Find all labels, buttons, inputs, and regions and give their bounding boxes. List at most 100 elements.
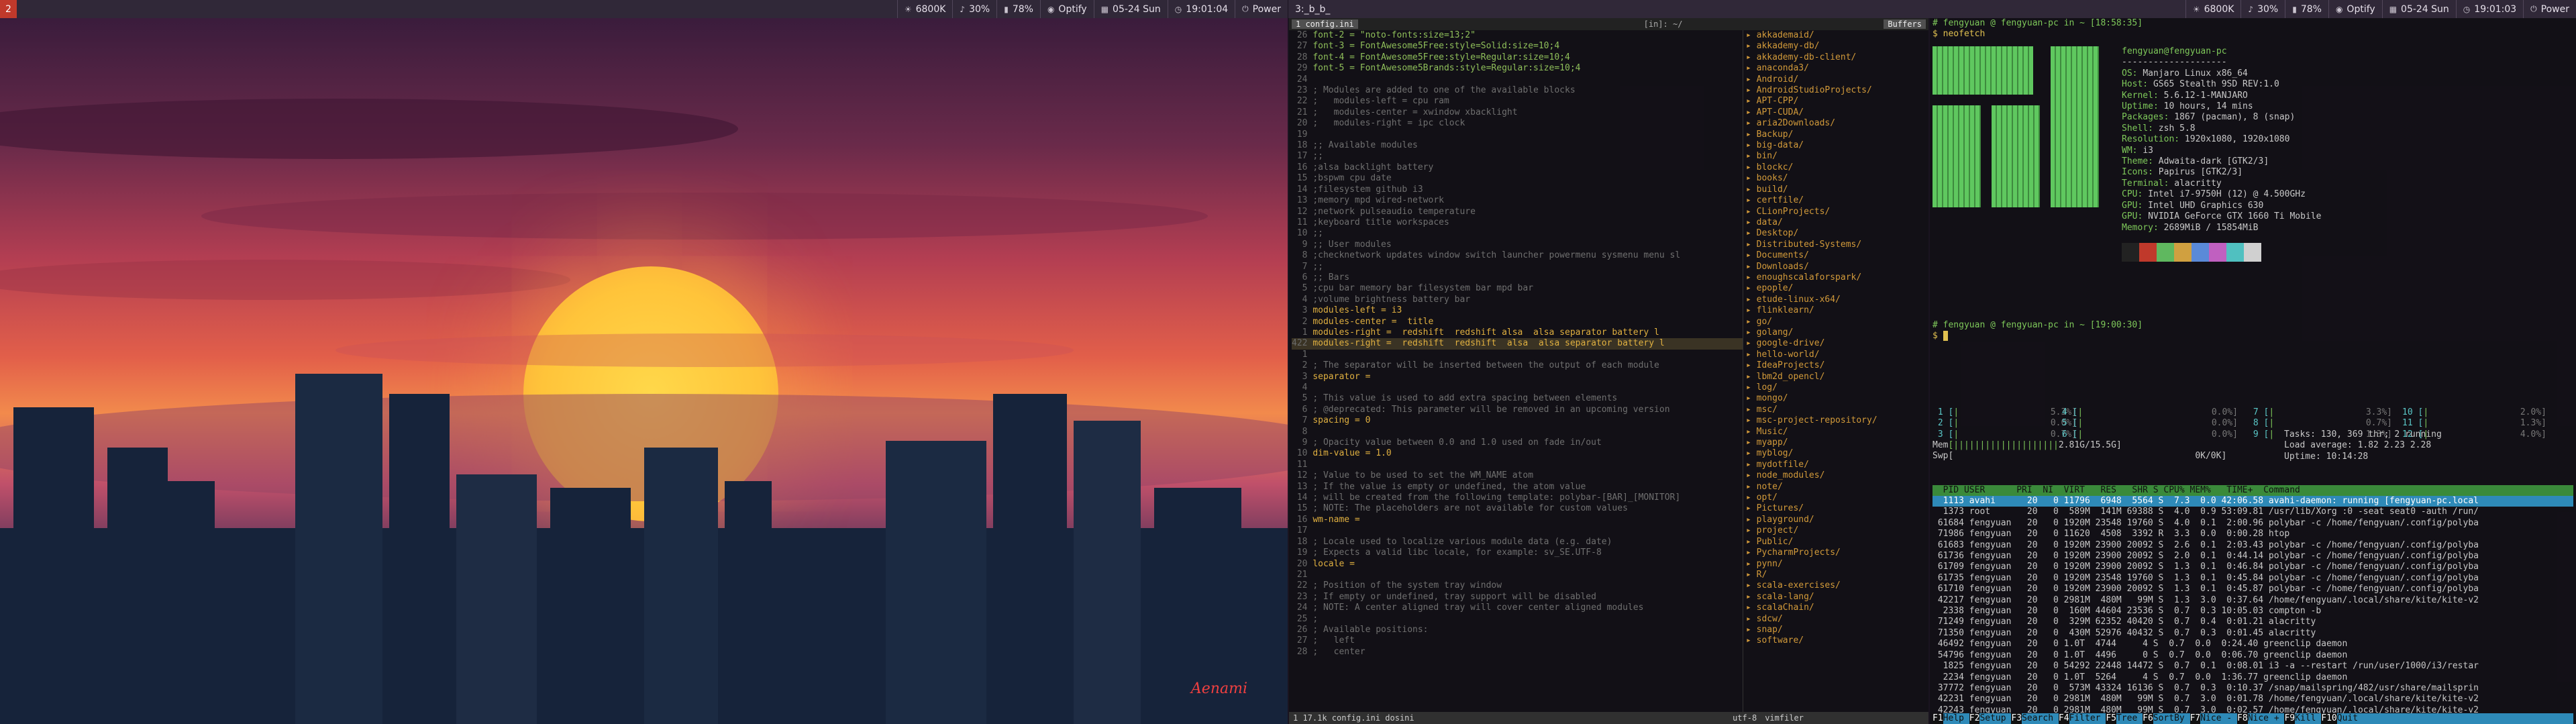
bar-module-calendar[interactable]: ▦ 05-24 Sun: [1093, 0, 1168, 18]
tree-item[interactable]: ▸ AndroidStudioProjects/: [1746, 85, 1928, 96]
process-row[interactable]: 61710 fengyuan 20 0 1920M 23900 20092 S …: [1933, 584, 2573, 594]
tree-item[interactable]: ▸ scala-exercises/: [1746, 580, 1928, 591]
process-row[interactable]: 1825 fengyuan 20 0 54292 22448 14472 S 0…: [1933, 661, 2573, 672]
tree-item[interactable]: ▸ akkademaid/: [1746, 30, 1928, 41]
process-row[interactable]: 61709 fengyuan 20 0 1920M 23900 20092 S …: [1933, 562, 2573, 572]
process-row[interactable]: 42231 fengyuan 20 0 2981M 480M 99M S 0.7…: [1933, 694, 2573, 705]
tree-item[interactable]: ▸ project/: [1746, 525, 1928, 536]
process-row[interactable]: 71986 fengyuan 20 0 11620 4508 3392 R 3.…: [1933, 529, 2573, 539]
tree-item[interactable]: ▸ myblog/: [1746, 448, 1928, 459]
process-row[interactable]: 71249 fengyuan 20 0 329M 62352 40420 S 0…: [1933, 617, 2573, 627]
tree-item[interactable]: ▸ log/: [1746, 382, 1928, 393]
fkey-f4[interactable]: F4: [2058, 713, 2069, 724]
tree-item[interactable]: ▸ Public/: [1746, 537, 1928, 548]
tree-item[interactable]: ▸ msc/: [1746, 405, 1928, 415]
process-row[interactable]: 61736 fengyuan 20 0 1920M 23900 20092 S …: [1933, 551, 2573, 562]
tree-item[interactable]: ▸ snap/: [1746, 625, 1928, 635]
tree-item[interactable]: ▸ enoughscalaforspark/: [1746, 272, 1928, 283]
tree-item[interactable]: ▸ Desktop/: [1746, 228, 1928, 239]
bar-module-clock[interactable]: ◷ 19:01:04: [1167, 0, 1235, 18]
tree-item[interactable]: ▸ CLionProjects/: [1746, 207, 1928, 217]
code-area[interactable]: 26 font-2 = "noto-fonts:size=13;2" 27 fo…: [1289, 30, 1743, 658]
tree-item[interactable]: ▸ APT-CUDA/: [1746, 107, 1928, 118]
process-row[interactable]: 42217 fengyuan 20 0 2981M 480M 99M S 1.3…: [1933, 595, 2573, 606]
tree-item[interactable]: ▸ myapp/: [1746, 437, 1928, 448]
tab-config[interactable]: 1 config.ini: [1292, 19, 1358, 29]
process-row[interactable]: 1373 root 20 0 589M 141M 69388 S 4.0 0.9…: [1933, 507, 2573, 517]
tree-item[interactable]: ▸ scala-lang/: [1746, 592, 1928, 603]
tree-item[interactable]: ▸ go/: [1746, 317, 1928, 327]
bar-module-clock[interactable]: ◷ 19:01:03: [2455, 0, 2523, 18]
vim-editor[interactable]: 1 config.ini [in]: ~/ Buffers 26 font-2 …: [1289, 18, 1928, 724]
tree-item[interactable]: ▸ IdeaProjects/: [1746, 360, 1928, 371]
fkey-f9[interactable]: F9: [2284, 713, 2296, 724]
tree-item[interactable]: ▸ Distributed-Systems/: [1746, 240, 1928, 250]
tree-item[interactable]: ▸ mydotfile/: [1746, 460, 1928, 470]
tree-item[interactable]: ▸ epople/: [1746, 283, 1928, 294]
tree-item[interactable]: ▸ mongo/: [1746, 393, 1928, 404]
tree-item[interactable]: ▸ R/: [1746, 570, 1928, 580]
workspace-indicator[interactable]: 3:_b_b_: [1288, 0, 1337, 18]
tree-item[interactable]: ▸ software/: [1746, 635, 1928, 646]
tree-item[interactable]: ▸ note/: [1746, 482, 1928, 493]
tree-item[interactable]: ▸ data/: [1746, 217, 1928, 228]
process-row[interactable]: 54796 fengyuan 20 0 1.0T 4496 0 S 0.7 0.…: [1933, 650, 2573, 661]
process-row[interactable]: 71350 fengyuan 20 0 430M 52976 40432 S 0…: [1933, 628, 2573, 639]
tree-item[interactable]: ▸ Downloads/: [1746, 262, 1928, 272]
fkey-f7[interactable]: F7: [2189, 713, 2201, 724]
fkey-f8[interactable]: F8: [2237, 713, 2248, 724]
tree-item[interactable]: ▸ lbm2d_opencl/: [1746, 372, 1928, 382]
neofetch-terminal[interactable]: # fengyuan @ fengyuan-pc in ~ [18:58:35]…: [1933, 18, 2573, 380]
tree-item[interactable]: ▸ msc-project-repository/: [1746, 415, 1928, 426]
process-table[interactable]: 1113 avahi 20 0 11796 6948 5564 S 7.3 0.…: [1933, 496, 2573, 716]
tree-item[interactable]: ▸ anaconda3/: [1746, 63, 1928, 74]
fkey-f6[interactable]: F6: [2143, 713, 2153, 724]
tree-item[interactable]: ▸ APT-CPP/: [1746, 96, 1928, 107]
fkey-f10[interactable]: F10: [2321, 713, 2337, 724]
bar-module-volume[interactable]: ♪ 30%: [2240, 0, 2285, 18]
bar-module-calendar[interactable]: ▦ 05-24 Sun: [2381, 0, 2456, 18]
tree-item[interactable]: ▸ akkademy-db/: [1746, 41, 1928, 52]
tree-item[interactable]: ▸ golang/: [1746, 327, 1928, 338]
tree-item[interactable]: ▸ node_modules/: [1746, 470, 1928, 481]
htop[interactable]: 1 [| 5.3%] 2 [| 0.0%] 3 [| 0.7%] 4 [| 0.0%] …: [1933, 389, 2573, 724]
process-row[interactable]: 1113 avahi 20 0 11796 6948 5564 S 7.3 0.…: [1933, 496, 2573, 507]
process-row[interactable]: 2338 fengyuan 20 0 160M 44604 23536 S 0.…: [1933, 606, 2573, 617]
process-row[interactable]: 37772 fengyuan 20 0 573M 43324 16136 S 0…: [1933, 683, 2573, 694]
process-row[interactable]: 61684 fengyuan 20 0 1920M 23548 19760 S …: [1933, 518, 2573, 529]
process-row[interactable]: 2234 fengyuan 20 0 1.0T 5264 4 S 0.7 0.0…: [1933, 672, 2573, 683]
fkey-f2[interactable]: F2: [1969, 713, 1980, 724]
tree-item[interactable]: ▸ sdcw/: [1746, 614, 1928, 625]
bar-module-battery[interactable]: ▮ 78%: [996, 0, 1040, 18]
bar-module-battery[interactable]: ▮ 78%: [2285, 0, 2328, 18]
tree-item[interactable]: ▸ bin/: [1746, 151, 1928, 162]
tree-item[interactable]: ▸ flinklearn/: [1746, 305, 1928, 316]
bar-module-optify[interactable]: ◉ Optify: [1039, 0, 1094, 18]
tree-item[interactable]: ▸ Documents/: [1746, 250, 1928, 261]
tree-item[interactable]: ▸ build/: [1746, 185, 1928, 195]
tree-item[interactable]: ▸ google-drive/: [1746, 338, 1928, 349]
tree-item[interactable]: ▸ hello-world/: [1746, 350, 1928, 360]
tree-item[interactable]: ▸ big-data/: [1746, 140, 1928, 151]
bar-module-brightness[interactable]: ☀ 6800K: [896, 0, 953, 18]
bar-module-power[interactable]: ⏻ Power: [2523, 0, 2576, 18]
tree-item[interactable]: ▸ etude-linux-x64/: [1746, 295, 1928, 305]
fkey-f3[interactable]: F3: [2011, 713, 2022, 724]
tree-item[interactable]: ▸ Android/: [1746, 74, 1928, 85]
bar-module-optify[interactable]: ◉ Optify: [2328, 0, 2382, 18]
tree-item[interactable]: ▸ PycharmProjects/: [1746, 548, 1928, 558]
tree-item[interactable]: ▸ opt/: [1746, 493, 1928, 503]
terminal-right[interactable]: # fengyuan @ fengyuan-pc in ~ [18:58:35]…: [1930, 18, 2576, 724]
bar-module-brightness[interactable]: ☀ 6800K: [2185, 0, 2241, 18]
process-row[interactable]: 46492 fengyuan 20 0 1.0T 4744 4 S 0.7 0.…: [1933, 639, 2573, 650]
tree-item[interactable]: ▸ playground/: [1746, 515, 1928, 525]
bar-module-volume[interactable]: ♪ 30%: [952, 0, 996, 18]
process-row[interactable]: 61735 fengyuan 20 0 1920M 23548 19760 S …: [1933, 573, 2573, 584]
tree-item[interactable]: ▸ Music/: [1746, 427, 1928, 437]
fkey-f5[interactable]: F5: [2106, 713, 2116, 724]
tree-item[interactable]: ▸ certfile/: [1746, 195, 1928, 206]
tree-item[interactable]: ▸ scalaChain/: [1746, 603, 1928, 613]
workspace-indicator[interactable]: 2: [0, 0, 17, 18]
tree-item[interactable]: ▸ books/: [1746, 173, 1928, 184]
buffers-label[interactable]: Buffers: [1884, 19, 1926, 29]
